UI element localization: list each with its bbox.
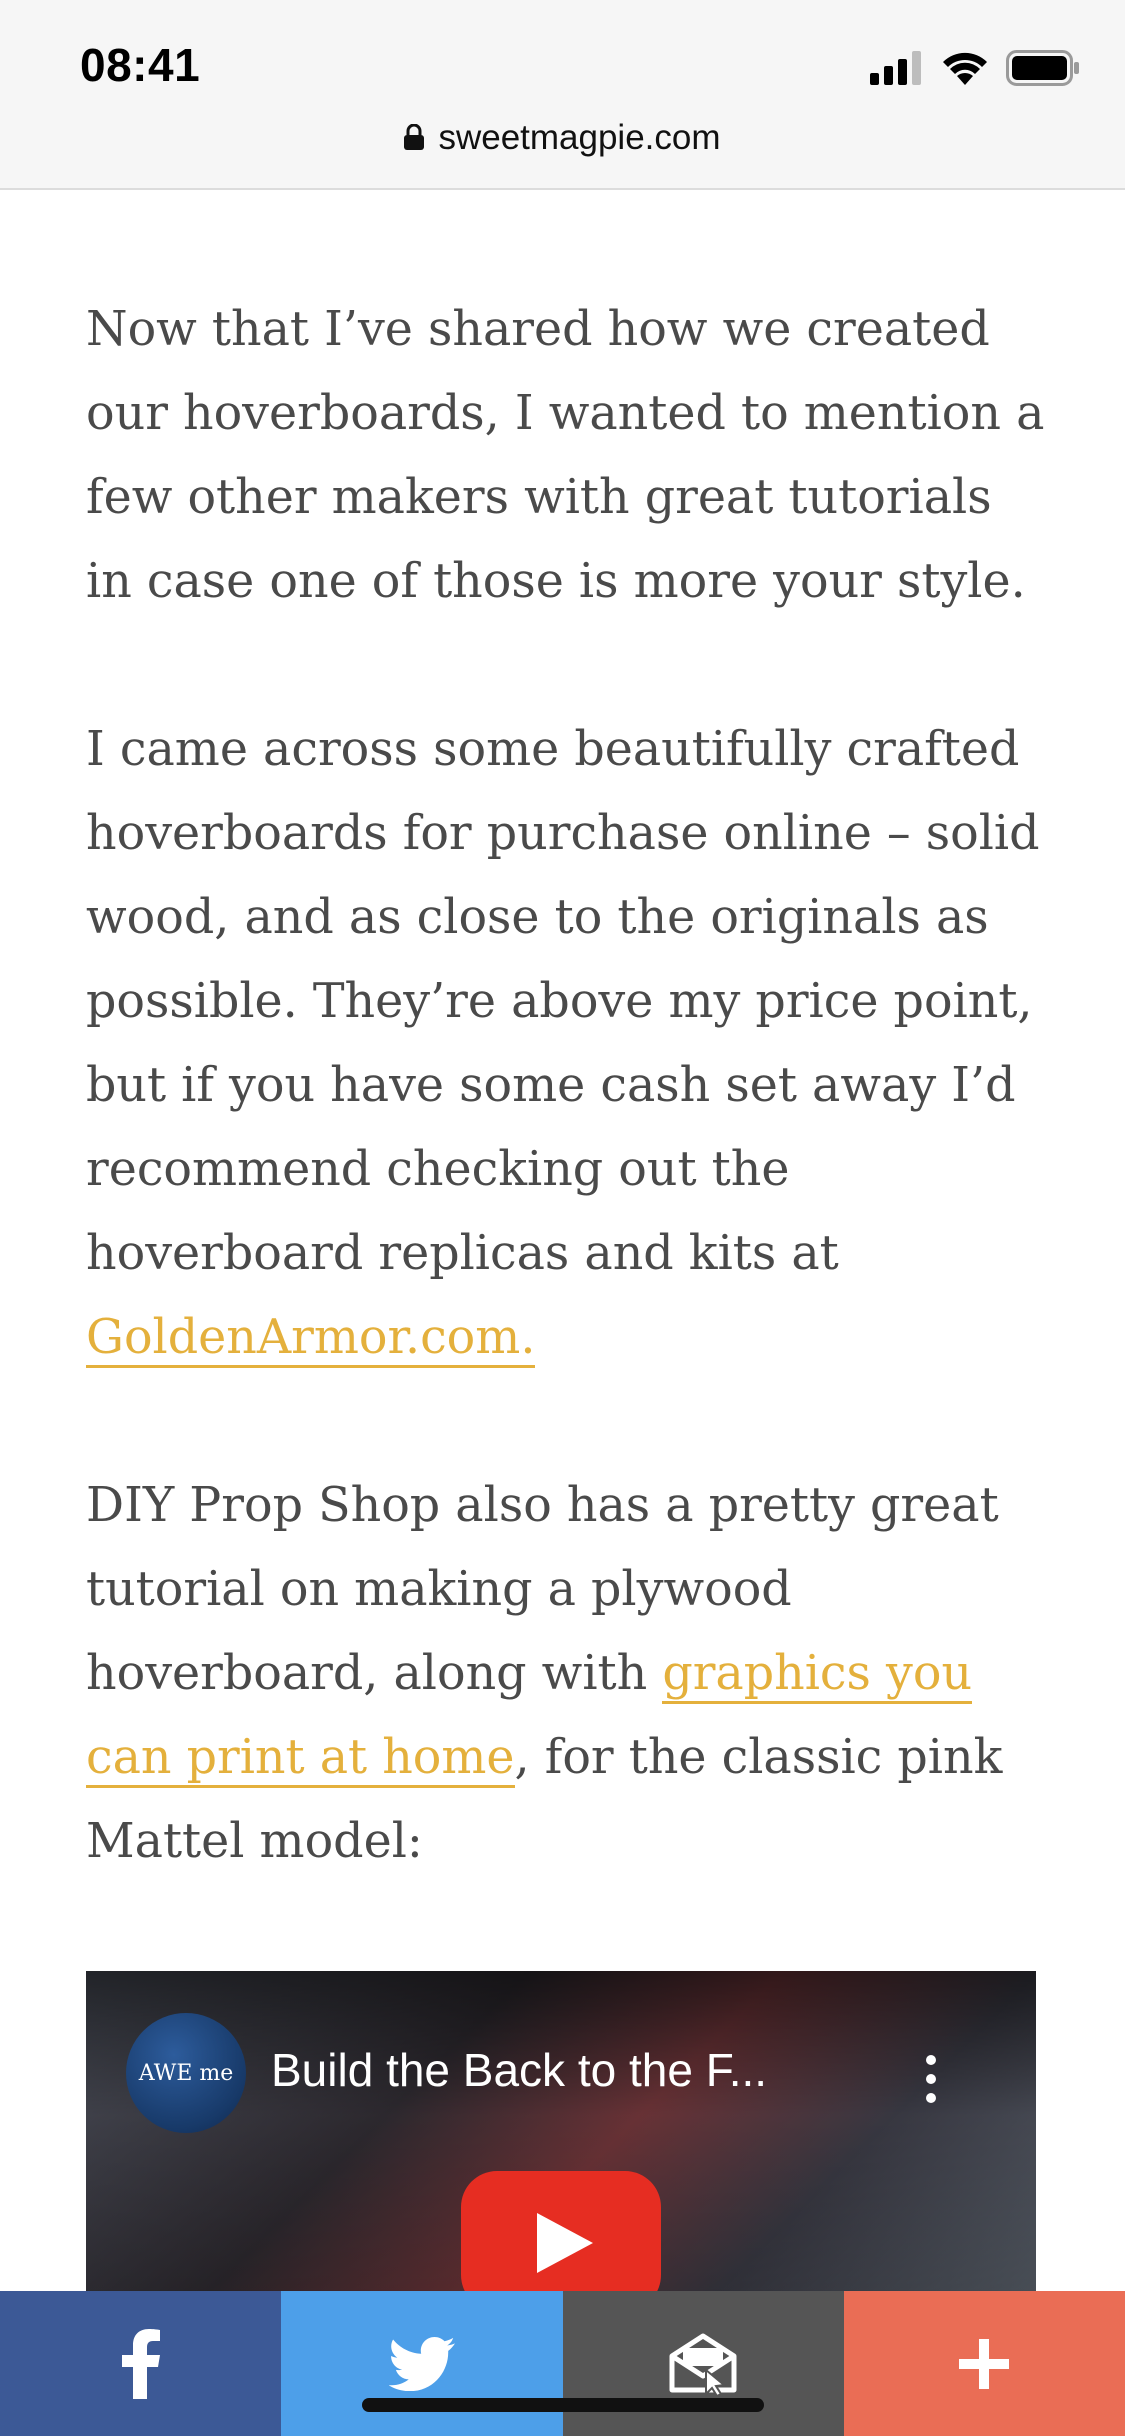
status-time: 08:41	[80, 39, 201, 91]
facebook-icon	[121, 2328, 160, 2399]
video-title[interactable]: Build the Back to the F...	[271, 2043, 767, 2097]
share-twitter-button[interactable]	[281, 2291, 563, 2436]
url-domain: sweetmagpie.com	[438, 118, 721, 157]
twitter-icon	[388, 2336, 455, 2391]
share-email-button[interactable]	[562, 2291, 844, 2436]
home-indicator[interactable]	[362, 2398, 764, 2412]
share-facebook-button[interactable]	[0, 2291, 282, 2436]
wifi-icon	[943, 52, 987, 85]
share-bar	[0, 2291, 1125, 2436]
share-more-button[interactable]	[843, 2291, 1125, 2436]
paragraph-3: DIY Prop Shop also has a pretty great tu…	[86, 1464, 1046, 1884]
more-options-icon[interactable]	[926, 2055, 936, 2112]
paragraph-2-text: I came across some beautifully crafted h…	[86, 722, 1040, 1281]
battery-icon	[1006, 50, 1079, 86]
browser-chrome: 08:41 sweetmagpie.com	[0, 0, 1125, 190]
youtube-embed[interactable]: AWE me Build the Back to the F...	[86, 1971, 1036, 2291]
channel-avatar[interactable]: AWE me	[126, 2013, 246, 2133]
paragraph-2: I came across some beautifully crafted h…	[86, 708, 1046, 1380]
paragraph-1: Now that I’ve shared how we created our …	[86, 302, 1045, 609]
email-icon	[669, 2333, 737, 2396]
url-bar[interactable]: sweetmagpie.com	[0, 118, 1125, 158]
goldenarmor-link[interactable]: GoldenArmor.com.	[86, 1310, 536, 1368]
play-icon	[537, 2213, 593, 2273]
article-body: Now that I’ve shared how we created our …	[86, 288, 1046, 1968]
plus-icon	[959, 2338, 1010, 2389]
status-icons	[870, 46, 1080, 90]
play-button[interactable]	[461, 2171, 661, 2291]
cellular-signal-icon	[870, 51, 921, 85]
lock-icon	[404, 123, 425, 150]
